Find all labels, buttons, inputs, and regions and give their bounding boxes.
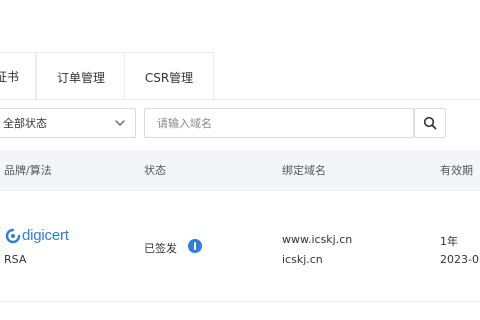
tab-divider — [0, 99, 480, 100]
tab-order-management[interactable]: 订单管理 — [36, 52, 126, 101]
column-header-domains: 绑定域名 — [282, 164, 326, 177]
status-filter-value: 全部状态 — [3, 117, 47, 130]
validity-date: 2023-0 — [440, 253, 479, 266]
tab-csr-management[interactable]: CSR管理 — [124, 52, 214, 101]
domain-search-field[interactable] — [144, 108, 414, 138]
column-header-status: 状态 — [144, 164, 166, 177]
column-header-validity: 有效期 — [440, 164, 473, 177]
algorithm-text: RSA — [4, 253, 27, 266]
bound-domain: www.icskj.cn — [282, 233, 353, 246]
table-header: 品牌/算法 状态 绑定域名 有效期 — [0, 150, 480, 191]
search-icon — [423, 116, 437, 130]
tab-label: 订单管理 — [56, 70, 105, 85]
status-text: 已签发 — [144, 242, 177, 255]
certificate-panel: 证书 订单管理 CSR管理 全部状态 品牌/算法 状态 绑定域名 有效期 — [0, 0, 480, 320]
tab-label: 证书 — [0, 70, 19, 84]
brand-name: digicert — [22, 227, 69, 244]
info-icon[interactable] — [188, 239, 202, 253]
digicert-logo-icon — [5, 228, 21, 243]
search-button[interactable] — [414, 108, 446, 138]
column-header-brand: 品牌/算法 — [4, 164, 52, 177]
tab-certificates[interactable]: 证书 — [0, 52, 36, 100]
status-filter-select[interactable]: 全部状态 — [0, 108, 136, 138]
brand-logo: digicert — [4, 227, 69, 244]
chevron-down-icon — [115, 120, 125, 126]
domain-search-input[interactable] — [145, 109, 409, 137]
tab-label: CSR管理 — [144, 70, 194, 85]
validity-period: 1年 — [440, 235, 458, 248]
bound-domain: icskj.cn — [282, 253, 323, 266]
table-row[interactable]: digicert RSA 已签发 www.icskj.cn icskj.cn 1… — [0, 191, 480, 302]
